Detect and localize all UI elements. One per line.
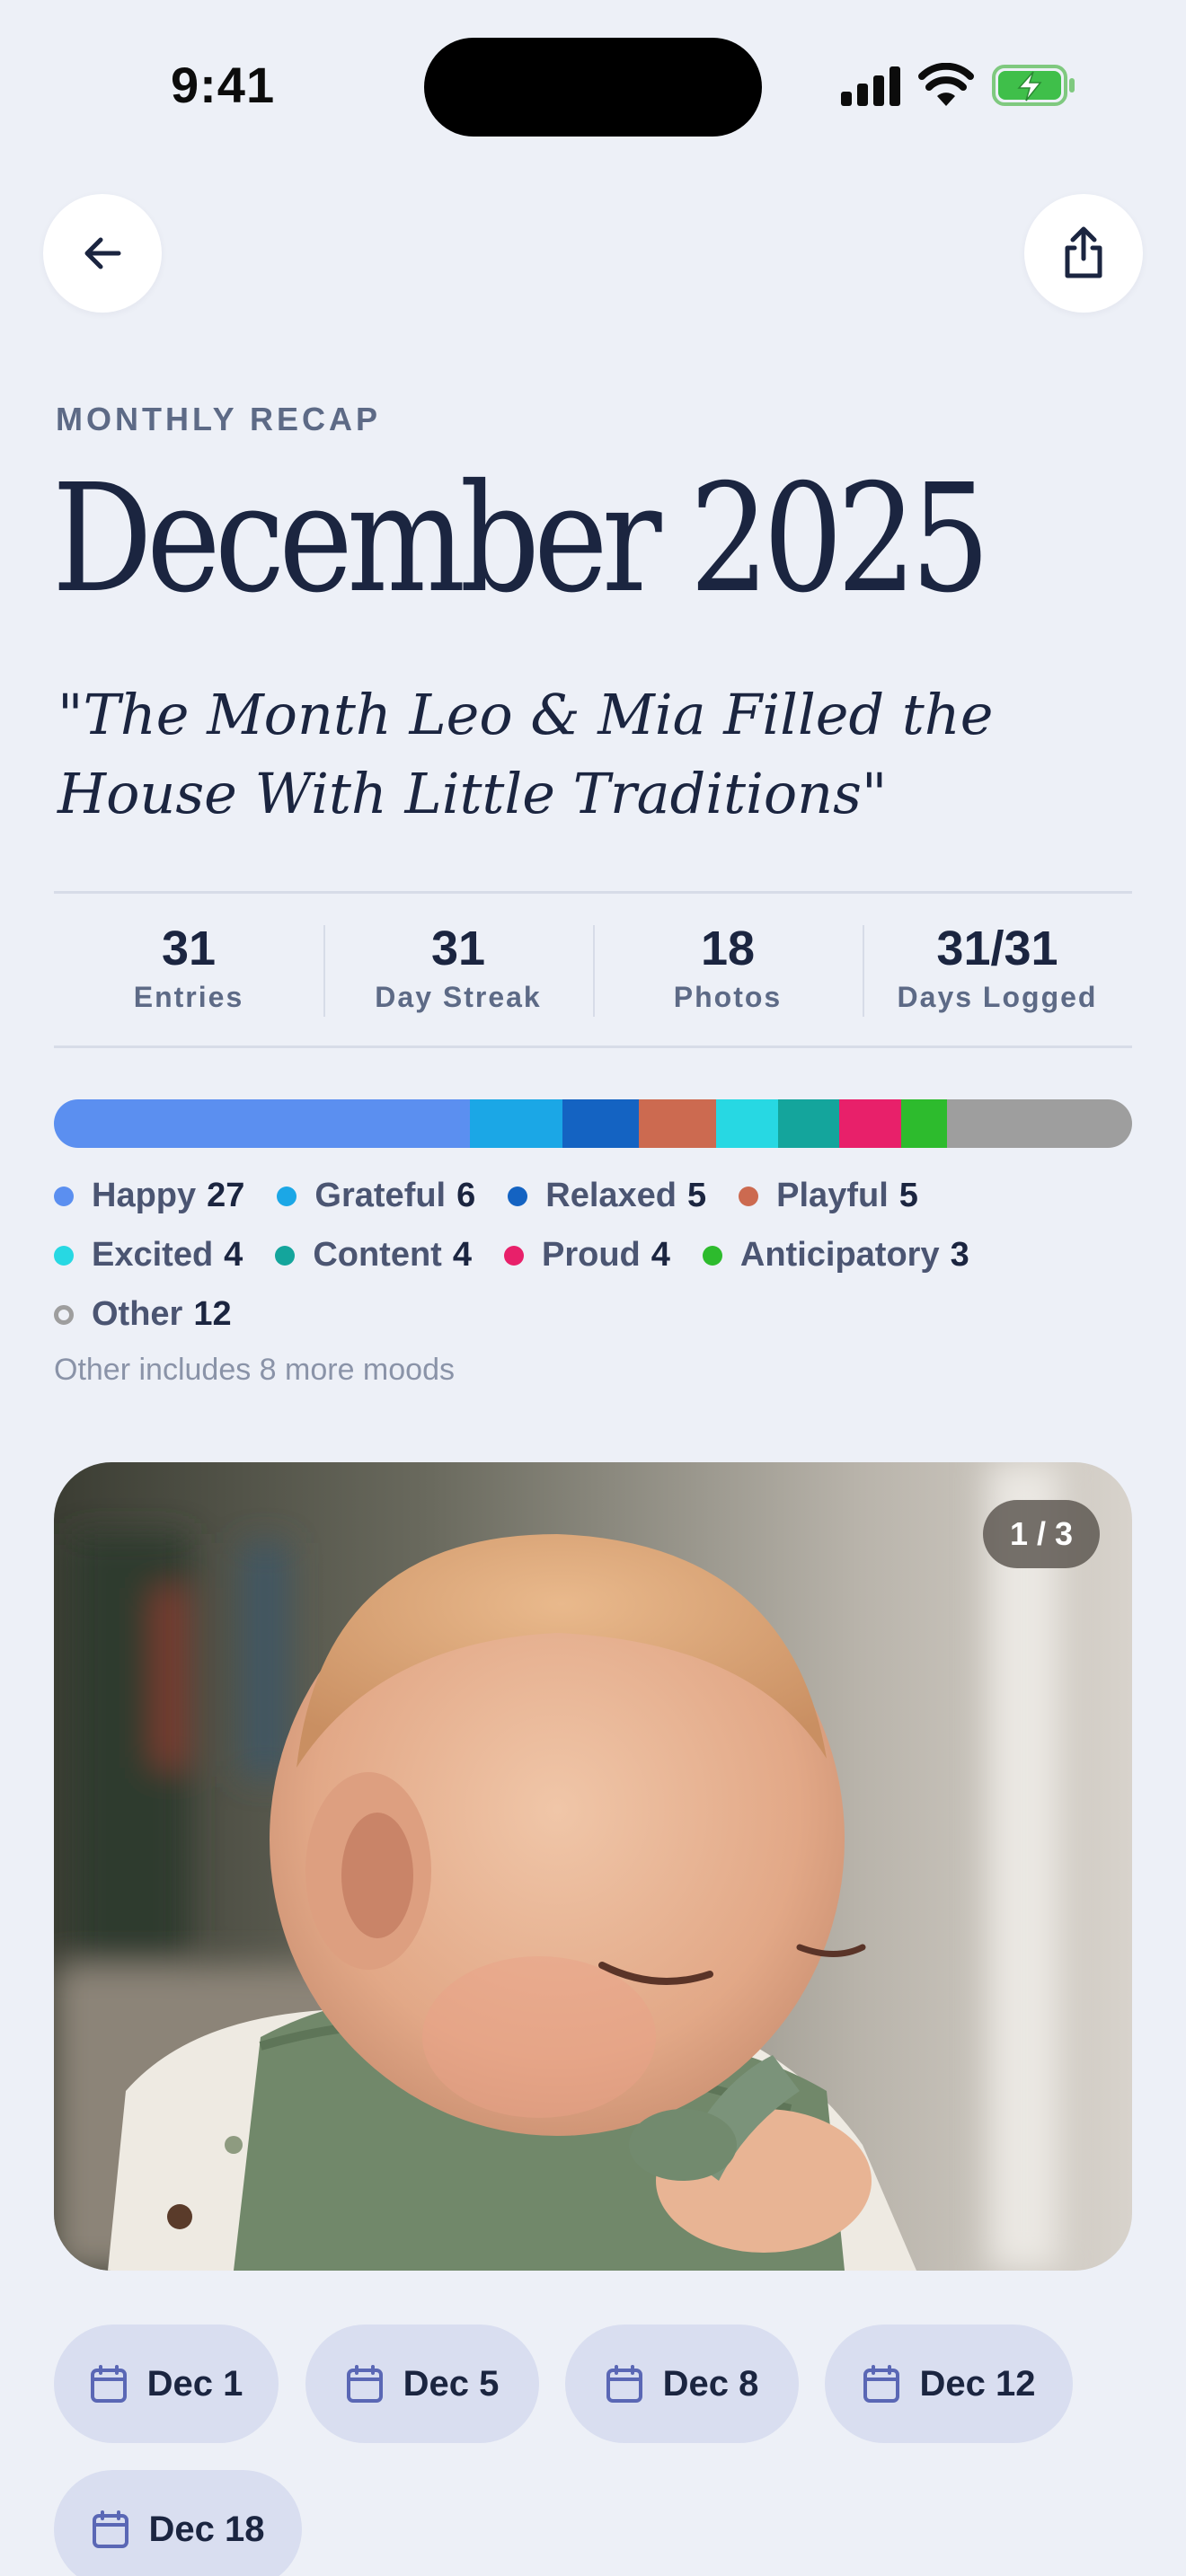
mood-dot	[503, 1245, 524, 1266]
calendar-icon	[92, 2510, 129, 2549]
mood-dot	[508, 1186, 528, 1206]
mood-dot	[739, 1186, 759, 1206]
mood-count: 5	[687, 1177, 707, 1214]
mood-segment-proud	[839, 1099, 901, 1148]
mood-segment-happy	[54, 1099, 470, 1148]
mood-dot	[54, 1186, 74, 1206]
date-chip-label: Dec 18	[148, 2509, 265, 2549]
mood-name: Content	[313, 1236, 442, 1274]
mood-name: Anticipatory	[739, 1236, 940, 1274]
baby-photo	[54, 1462, 1132, 2271]
mood-count: 6	[456, 1177, 476, 1214]
legend-item-playful: Playful 5	[739, 1177, 918, 1215]
mood-segment-grateful	[469, 1099, 562, 1148]
mood-dot-ring	[54, 1304, 74, 1325]
date-chip-label: Dec 12	[919, 2363, 1036, 2404]
mood-count: 5	[898, 1177, 918, 1214]
mood-segment-excited	[716, 1099, 778, 1148]
mood-name: Proud	[541, 1236, 641, 1274]
stat-day-streak: 31 Day Streak	[323, 913, 593, 1020]
date-chip-label: Dec 5	[403, 2363, 500, 2404]
stats-row: 31 Entries 31 Day Streak 18 Photos 31/31…	[54, 913, 1132, 1020]
date-chip-dec-5[interactable]: Dec 5	[305, 2325, 539, 2443]
calendar-icon	[346, 2364, 384, 2404]
stat-label: Day Streak	[375, 980, 542, 1013]
date-chip-dec-8[interactable]: Dec 8	[565, 2325, 799, 2443]
mood-dot	[277, 1186, 297, 1206]
photo-counter: 1 / 3	[983, 1500, 1100, 1568]
calendar-icon	[90, 2364, 128, 2404]
mood-name: Playful	[776, 1177, 889, 1214]
photo-carousel[interactable]: 1 / 3	[54, 1462, 1132, 2271]
mood-dot	[54, 1245, 74, 1266]
stat-value: 18	[700, 921, 756, 975]
recap-subtitle: "The Month Leo & Mia Filled the House Wi…	[58, 682, 994, 826]
legend-item-content: Content 4	[275, 1236, 472, 1275]
stat-value: 31/31	[936, 921, 1058, 975]
section-eyebrow: MONTHLY RECAP	[56, 401, 382, 437]
wifi-icon	[918, 63, 974, 106]
mood-name: Excited	[92, 1236, 214, 1274]
legend-item-anticipatory: Anticipatory 3	[702, 1236, 969, 1275]
arrow-left-icon	[84, 237, 121, 269]
date-chip-dec-12[interactable]: Dec 12	[825, 2325, 1073, 2443]
legend-item-grateful: Grateful 6	[277, 1177, 475, 1215]
legend-item-other: Other 12	[54, 1295, 232, 1334]
back-button[interactable]	[43, 194, 162, 313]
mood-segment-anticipatory	[900, 1099, 948, 1148]
mood-count: 4	[452, 1236, 472, 1274]
battery-charging-icon	[992, 65, 1075, 106]
stat-label: Days Logged	[897, 980, 1098, 1013]
mood-legend-row: Excited 4 Content 4 Proud 4 Anticipatory…	[54, 1236, 1002, 1275]
legend-item-excited: Excited 4	[54, 1236, 243, 1275]
calendar-icon	[863, 2364, 900, 2404]
date-chip-label: Dec 1	[146, 2363, 243, 2404]
mood-dot	[702, 1245, 722, 1266]
stat-label: Photos	[673, 980, 783, 1013]
stat-entries: 31 Entries	[54, 913, 323, 1020]
mood-segment-content	[777, 1099, 840, 1148]
page-title: December 2025	[52, 453, 990, 626]
stat-value: 31	[430, 921, 486, 975]
date-chip-dec-1[interactable]: Dec 1	[54, 2325, 279, 2443]
legend-item-relaxed: Relaxed 5	[508, 1177, 706, 1215]
mood-count: 4	[224, 1236, 243, 1274]
mood-segment-other	[947, 1099, 1132, 1148]
stat-label: Entries	[133, 980, 244, 1013]
mood-name: Other	[92, 1295, 183, 1333]
stat-days-logged: 31/31 Days Logged	[863, 913, 1132, 1020]
mood-segment-relaxed	[562, 1099, 640, 1148]
mood-legend-row: Happy 27 Grateful 6 Relaxed 5 Playful 5	[54, 1177, 951, 1215]
mood-name: Relaxed	[545, 1177, 677, 1214]
cellular-signal-icon	[841, 66, 900, 106]
other-moods-note: Other includes 8 more moods	[54, 1353, 455, 1387]
mood-count: 4	[651, 1236, 670, 1274]
date-chip-label: Dec 8	[662, 2363, 759, 2404]
stat-photos: 18 Photos	[593, 913, 863, 1020]
mood-legend-row: Other 12	[54, 1295, 264, 1334]
calendar-icon	[606, 2364, 643, 2404]
mood-count: 27	[207, 1177, 245, 1214]
mood-name: Happy	[92, 1177, 197, 1214]
mood-dot	[275, 1245, 296, 1266]
mood-distribution-bar	[54, 1099, 1132, 1148]
mood-count: 12	[193, 1295, 232, 1333]
stats-top-divider	[54, 891, 1132, 894]
mood-segment-playful	[639, 1099, 717, 1148]
mood-name: Grateful	[314, 1177, 447, 1214]
share-button[interactable]	[1024, 194, 1143, 313]
stat-value: 31	[161, 921, 217, 975]
share-icon	[1065, 226, 1102, 278]
dynamic-island	[424, 38, 762, 137]
status-bar: 9:41	[0, 0, 1186, 171]
status-time: 9:41	[171, 57, 276, 113]
legend-item-proud: Proud 4	[503, 1236, 670, 1275]
date-chip-dec-18[interactable]: Dec 18	[54, 2470, 302, 2576]
legend-item-happy: Happy 27	[54, 1177, 244, 1215]
mood-count: 3	[950, 1236, 969, 1274]
stats-bottom-divider	[54, 1045, 1132, 1048]
